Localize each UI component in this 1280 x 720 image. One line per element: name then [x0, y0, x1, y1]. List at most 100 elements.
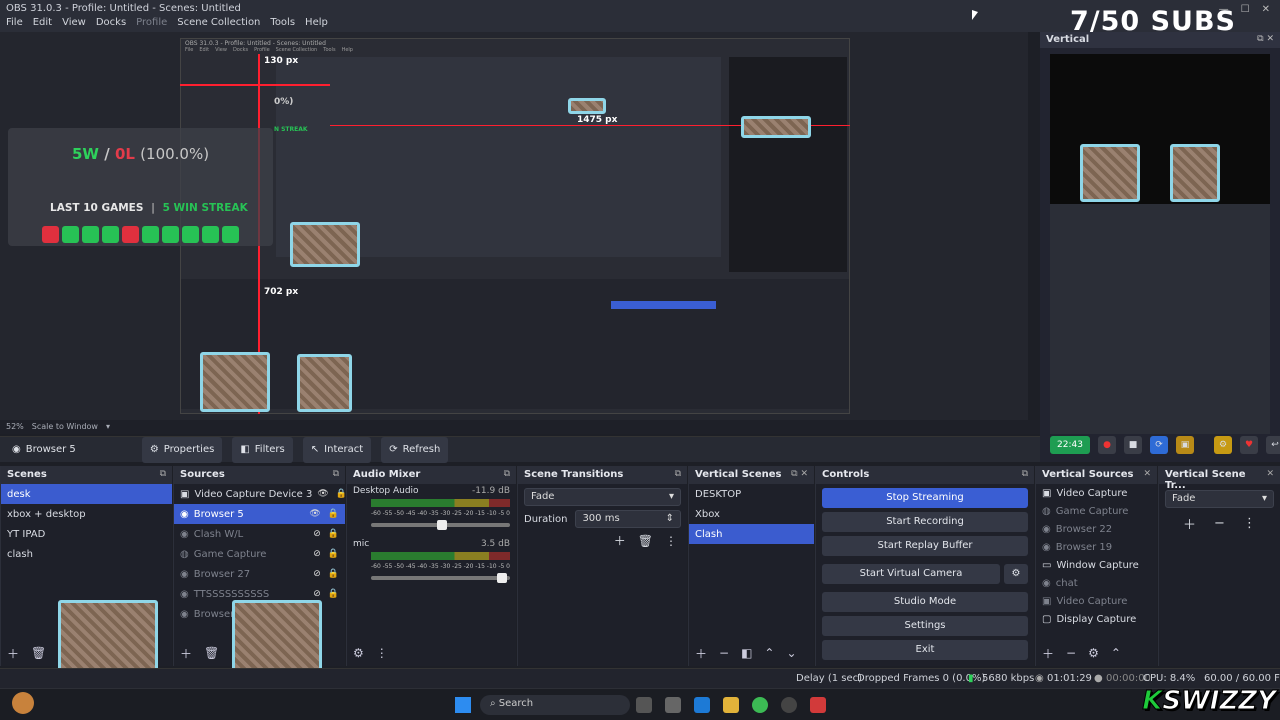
scene-item[interactable]: YT IPAD — [1, 524, 172, 544]
folder-icon[interactable] — [723, 697, 739, 713]
trash-icon[interactable]: 🗑 — [638, 534, 653, 548]
volume-slider[interactable] — [371, 573, 510, 583]
vertical-stream-time[interactable]: 22:43 — [1050, 436, 1090, 454]
trash-icon[interactable]: 🗑 — [204, 646, 219, 660]
float-icon[interactable]: ⧉ — [1257, 34, 1263, 44]
vertical-transition-select[interactable]: Fade ▾ — [1165, 490, 1274, 508]
stop-icon[interactable]: ■ — [1124, 436, 1142, 454]
gear-icon[interactable]: ⚙ — [1088, 646, 1099, 660]
lock-icon[interactable]: 🔒 — [336, 489, 345, 499]
maximize-icon[interactable]: ☐ — [1241, 4, 1250, 15]
properties-button[interactable]: ⚙ Properties — [141, 436, 223, 463]
add-icon[interactable]: ＋ — [1042, 645, 1054, 662]
menu-help[interactable]: Help — [305, 17, 328, 28]
stop-streaming-button[interactable]: Stop Streaming — [822, 488, 1028, 508]
eye-off-icon[interactable]: ⊘ — [313, 529, 321, 539]
vertical-source-item[interactable]: ◉ chat — [1036, 574, 1157, 592]
interact-button[interactable]: ↖ Interact — [302, 436, 372, 463]
chrome-icon[interactable] — [752, 697, 768, 713]
minimize-icon[interactable]: — — [1219, 4, 1229, 15]
arrow-icon[interactable]: ↩ — [1266, 436, 1280, 454]
lock-icon[interactable]: 🔒 — [328, 569, 339, 579]
start-virtual-camera-button[interactable]: Start Virtual Camera — [822, 564, 1000, 584]
transition-select[interactable]: Fade ▾ — [524, 488, 681, 506]
vertical-source-item[interactable]: ◉ Browser 22 — [1036, 520, 1157, 538]
scale-mode[interactable]: Scale to Window — [32, 422, 98, 432]
refresh-button[interactable]: ⟳ Refresh — [381, 436, 449, 463]
lock-icon[interactable]: 🔒 — [328, 529, 339, 539]
eye-off-icon[interactable]: ⊘ — [313, 569, 321, 579]
filter-icon[interactable]: ◧ — [741, 646, 752, 660]
eye-off-icon[interactable]: ⊘ — [313, 549, 321, 559]
windows-start-icon[interactable] — [455, 697, 471, 713]
close-icon[interactable]: ⧉ ✕ — [791, 469, 808, 481]
float-icon[interactable]: ⧉ — [1022, 469, 1028, 481]
taskbar-search[interactable]: ⌕ Search — [480, 695, 630, 715]
studio-mode-button[interactable]: Studio Mode — [822, 592, 1028, 612]
menu-scene-collection[interactable]: Scene Collection — [177, 17, 260, 28]
source-item[interactable]: ▣ Video Capture Device 3 👁 🔒 — [174, 484, 345, 504]
camera-icon[interactable]: ▣ — [1176, 436, 1194, 454]
filters-button[interactable]: ◧ Filters — [232, 436, 293, 463]
settings-icon[interactable]: ⚙ — [1214, 436, 1232, 454]
record-icon[interactable]: ● — [1098, 436, 1116, 454]
add-icon[interactable]: ＋ — [180, 645, 192, 662]
vertical-source-item[interactable]: ▣ Video Capture — [1036, 484, 1157, 502]
source-item[interactable]: ◉ Clash W/L ⊘ 🔒 — [174, 524, 345, 544]
add-icon[interactable]: ＋ — [1183, 514, 1196, 533]
remove-icon[interactable]: − — [1066, 646, 1076, 660]
float-icon[interactable]: ⧉ — [160, 469, 166, 481]
menu-icon[interactable]: ⋮ — [665, 534, 677, 548]
chevron-down-icon[interactable]: ▾ — [106, 422, 110, 432]
chevron-down-icon[interactable]: ⌄ — [786, 646, 796, 660]
source-item[interactable]: ◉ Browser 27 ⊘ 🔒 — [174, 564, 345, 584]
remove-icon[interactable]: − — [1214, 516, 1225, 531]
source-item[interactable]: ◍ Game Capture ⊘ 🔒 — [174, 544, 345, 564]
source-item[interactable]: ◉ Browser 5 👁 🔒 — [174, 504, 345, 524]
heart-icon[interactable]: ♥ — [1240, 436, 1258, 454]
task-view-icon[interactable] — [636, 697, 652, 713]
chevron-up-icon[interactable]: ⌃ — [1111, 646, 1121, 660]
add-icon[interactable]: ＋ — [7, 645, 19, 662]
vertical-preview[interactable] — [1050, 54, 1270, 204]
menu-file[interactable]: File — [6, 17, 23, 28]
media-icon[interactable] — [810, 697, 826, 713]
menu-view[interactable]: View — [62, 17, 86, 28]
lock-icon[interactable]: 🔒 — [328, 509, 339, 519]
start-replay-buffer-button[interactable]: Start Replay Buffer — [822, 536, 1028, 556]
menu-icon[interactable]: ⋮ — [1243, 516, 1256, 531]
preview-area[interactable]: OBS 31.0.3 - Profile: Untitled - Scenes:… — [0, 32, 1028, 420]
remove-icon[interactable]: − — [719, 646, 729, 660]
vertical-scene-item[interactable]: DESKTOP — [689, 484, 814, 504]
eye-off-icon[interactable]: ⊘ — [313, 589, 321, 599]
lock-icon[interactable]: 🔒 — [328, 549, 339, 559]
vertical-scene-item[interactable]: Clash — [689, 524, 814, 544]
close-icon[interactable]: ✕ — [1143, 469, 1151, 481]
start-recording-button[interactable]: Start Recording — [822, 512, 1028, 532]
settings-button[interactable]: Settings — [822, 616, 1028, 636]
refresh-icon[interactable]: ⟳ — [1150, 436, 1168, 454]
menu-icon[interactable]: ⋮ — [376, 646, 388, 660]
close-icon[interactable]: ✕ — [1266, 469, 1274, 481]
vertical-source-item[interactable]: ◍ Game Capture — [1036, 502, 1157, 520]
vertical-source-item[interactable]: ▢ Display Capture — [1036, 610, 1157, 628]
lock-icon[interactable]: 🔒 — [328, 589, 339, 599]
scene-item[interactable]: desk — [1, 484, 172, 504]
float-icon[interactable]: ⧉ — [675, 469, 681, 481]
vertical-scene-item[interactable]: Xbox — [689, 504, 814, 524]
add-icon[interactable]: ＋ — [614, 532, 626, 549]
menu-edit[interactable]: Edit — [33, 17, 52, 28]
store-icon[interactable] — [665, 697, 681, 713]
float-icon[interactable]: ⧉ — [504, 469, 510, 481]
scene-item[interactable]: clash — [1, 544, 172, 564]
add-icon[interactable]: ＋ — [695, 645, 707, 662]
eye-icon[interactable]: 👁 — [317, 489, 328, 499]
exit-button[interactable]: Exit — [822, 640, 1028, 660]
float-icon[interactable]: ⧉ — [333, 469, 339, 481]
menu-profile[interactable]: Profile — [136, 17, 167, 28]
trash-icon[interactable]: 🗑 — [31, 646, 46, 660]
gear-icon[interactable]: ⚙ — [1004, 564, 1028, 584]
menu-tools[interactable]: Tools — [270, 17, 295, 28]
obs-icon[interactable] — [781, 697, 797, 713]
volume-slider[interactable] — [371, 520, 510, 530]
